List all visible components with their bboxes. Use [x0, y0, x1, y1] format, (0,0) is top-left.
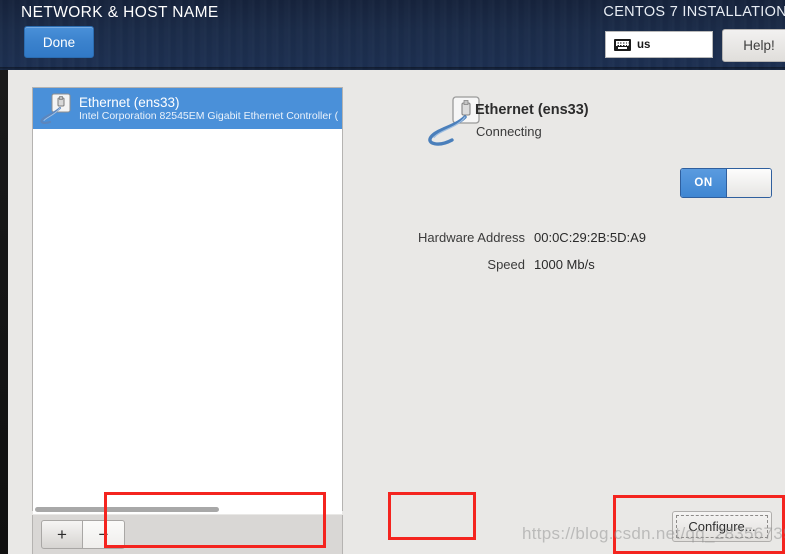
list-item-title: Ethernet (ens33): [79, 94, 180, 110]
toggle-on-label: ON: [681, 169, 726, 197]
plus-icon: +: [57, 524, 67, 544]
device-status: Connecting: [476, 124, 542, 139]
left-edge-strip: [0, 70, 8, 554]
configure-button[interactable]: Configure...: [672, 511, 772, 542]
network-device-list[interactable]: Ethernet (ens33) Intel Corporation 82545…: [32, 87, 343, 511]
list-item-description: Intel Corporation 82545EM Gigabit Ethern…: [79, 109, 339, 122]
add-device-button[interactable]: +: [41, 520, 83, 549]
device-detail-pane: Ethernet (ens33) Connecting ON Hardware …: [355, 70, 785, 554]
device-list-hscrollbar-thumb[interactable]: [35, 507, 219, 512]
installer-window: NETWORK & HOST NAME CENTOS 7 INSTALLATIO…: [0, 0, 785, 554]
keyboard-layout-label: us: [637, 38, 651, 51]
list-item-texts: Ethernet (ens33) Intel Corporation 82545…: [79, 95, 338, 123]
toggle-knob: [726, 169, 771, 197]
remove-device-button[interactable]: −: [83, 520, 125, 549]
hardware-address-value: 00:0C:29:2B:5D:A9: [534, 230, 647, 245]
page-title: NETWORK & HOST NAME: [21, 4, 219, 21]
keyboard-layout-selector[interactable]: us: [605, 31, 713, 58]
speed-row: Speed 1000 Mb/s: [355, 257, 631, 272]
ethernet-port-icon: [39, 92, 73, 126]
minus-icon: −: [98, 524, 109, 544]
done-button[interactable]: Done: [24, 26, 94, 58]
device-name: Ethernet (ens33): [475, 102, 589, 118]
device-power-toggle[interactable]: ON: [680, 168, 772, 198]
installer-header: NETWORK & HOST NAME CENTOS 7 INSTALLATIO…: [0, 0, 785, 70]
installer-title: CENTOS 7 INSTALLATION: [603, 4, 785, 20]
help-button[interactable]: Help!: [722, 29, 785, 62]
main-content: Ethernet (ens33) Intel Corporation 82545…: [0, 70, 785, 554]
help-button-label: Help!: [743, 38, 775, 53]
configure-button-label: Configure...: [688, 519, 756, 534]
list-item[interactable]: Ethernet (ens33) Intel Corporation 82545…: [33, 88, 342, 129]
speed-value: 1000 Mb/s: [534, 257, 595, 272]
done-button-label: Done: [42, 34, 76, 50]
hardware-address-row: Hardware Address 00:0C:29:2B:5D:A9: [355, 230, 646, 245]
keyboard-icon: [614, 38, 631, 51]
device-list-toolbar: + −: [32, 515, 343, 554]
hardware-address-label: Hardware Address: [418, 230, 525, 245]
speed-label: Speed: [487, 257, 525, 272]
